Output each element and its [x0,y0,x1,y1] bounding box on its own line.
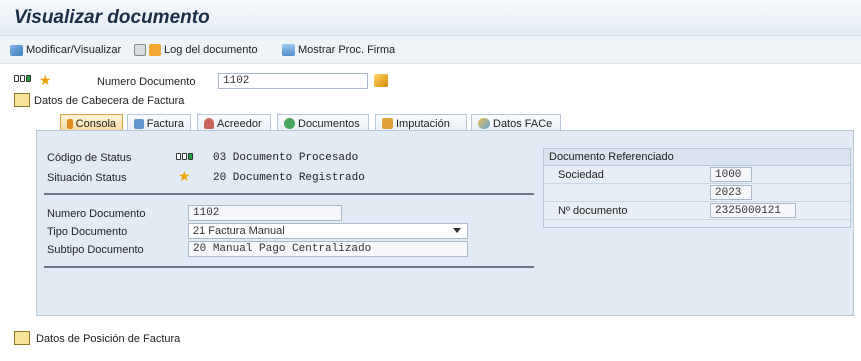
separator-line-2 [44,266,534,268]
modify-display-label: Modificar/Visualizar [26,44,122,56]
face-data-icon [478,118,490,129]
chevron-down-icon[interactable] [453,228,461,233]
page-title: Visualizar documento [14,7,210,28]
doc-number-field[interactable]: 1102 [218,73,368,89]
expand-header-icon[interactable] [14,93,30,107]
tipo-documento-label: Tipo Documento [47,226,128,238]
show-signature-button[interactable]: Mostrar Proc. Firma [282,44,395,56]
log-label: Log del documento [164,44,258,56]
tab-consola-label: Consola [75,117,116,130]
tab-datos-face-label: Datos FACe [493,117,553,130]
invoice-icon [134,118,144,129]
referenced-document-title: Documento Referenciado [544,149,850,166]
log-button[interactable]: Log del documento [134,44,258,56]
numero-documento-label: Numero Documento [47,208,146,220]
status-code-value: 03 Documento Procesado [213,152,359,164]
person-icon [204,118,214,129]
subtipo-code: 20 [193,243,207,255]
console-icon [67,118,73,129]
log-icon [149,44,161,56]
sociedad-field[interactable]: 1000 [710,167,752,182]
sociedad-label: Sociedad [558,169,604,181]
ndoc-label: Nº documento [558,205,628,217]
search-documents-icon [284,118,295,129]
position-data-label: Datos de Posición de Factura [36,333,181,345]
signature-process-icon [282,44,295,56]
toolbar [0,36,861,64]
subtipo-documento-field[interactable]: 20 Manual Pago Centralizado [188,241,468,257]
expand-position-icon[interactable] [14,331,30,345]
tab-acreedor-label: Acreedor [217,117,262,130]
tab-imputacion-label: Imputación [396,117,450,130]
glasses-pencil-icon [10,44,23,56]
show-signature-label: Mostrar Proc. Firma [298,44,396,56]
status-code-label: Código de Status [47,152,132,164]
grid-icon [134,44,146,56]
tipo-documento-select[interactable]: 21 Factura Manual [188,223,468,239]
modify-display-button[interactable]: Modificar/Visualizar [10,44,121,56]
status-traffic-light-icon [176,153,193,160]
year-row: 2023 [544,185,850,202]
subtipo-documento-label: Subtipo Documento [47,244,144,256]
tipo-documento-value: 21 Factura Manual [193,225,285,237]
tab-factura-label: Factura [146,117,184,130]
star-icon: ★ [39,72,52,88]
situation-star-icon: ★ [178,168,191,184]
situation-status-label: Situación Status [47,172,127,184]
execute-icon[interactable] [374,74,388,87]
year-field[interactable]: 2023 [710,185,752,200]
referenced-document-box: Documento Referenciado Sociedad 1000 202… [543,148,851,228]
ndoc-field[interactable]: 2325000121 [710,203,796,218]
sociedad-row: Sociedad 1000 [544,167,850,184]
status-lights-icon [14,75,31,82]
ndoc-row: Nº documento 2325000121 [544,203,850,220]
tab-documentos-label: Documentos [298,117,360,130]
subtipo-value: Manual Pago Centralizado [212,243,372,255]
doc-number-label: Numero Documento [97,76,196,88]
numero-documento-field[interactable]: 1102 [188,205,342,221]
situation-status-value: 20 Documento Registrado [213,172,365,184]
imputation-icon [382,118,393,129]
header-data-label: Datos de Cabecera de Factura [34,95,185,107]
separator-line [44,193,534,195]
